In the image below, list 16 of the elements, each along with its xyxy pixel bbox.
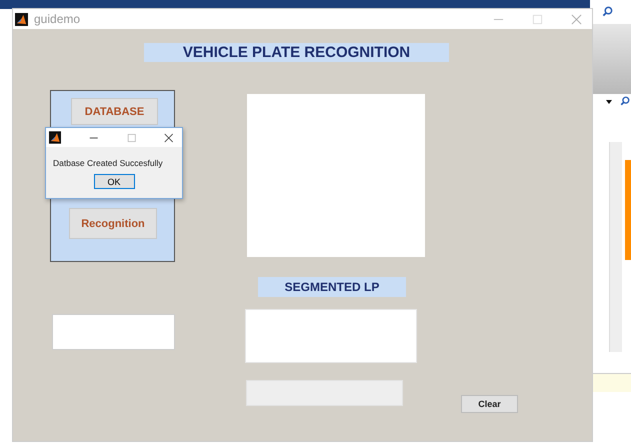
app-icon [49, 131, 62, 144]
search-icon[interactable] [620, 96, 630, 106]
dialog-message: Datbase Created Succesfully [52, 158, 163, 168]
panel-button[interactable]: DATABASE [71, 98, 158, 125]
panel-button[interactable]: Recognition [69, 208, 157, 239]
segmented-label: SEGMENTED LP [258, 277, 406, 297]
scrollbar[interactable] [609, 142, 622, 352]
ok-button[interactable]: OK [94, 174, 134, 189]
toolbar-background [593, 24, 631, 94]
dropdown-caret-icon[interactable] [606, 100, 612, 104]
window-title: guidemo [34, 12, 80, 26]
app-icon [15, 12, 28, 26]
title-label: VEHICLE PLATE RECOGNITION [144, 43, 449, 62]
close-icon[interactable] [164, 132, 174, 142]
search-icon[interactable] [602, 6, 613, 17]
clear-button[interactable]: Clear [461, 395, 518, 413]
